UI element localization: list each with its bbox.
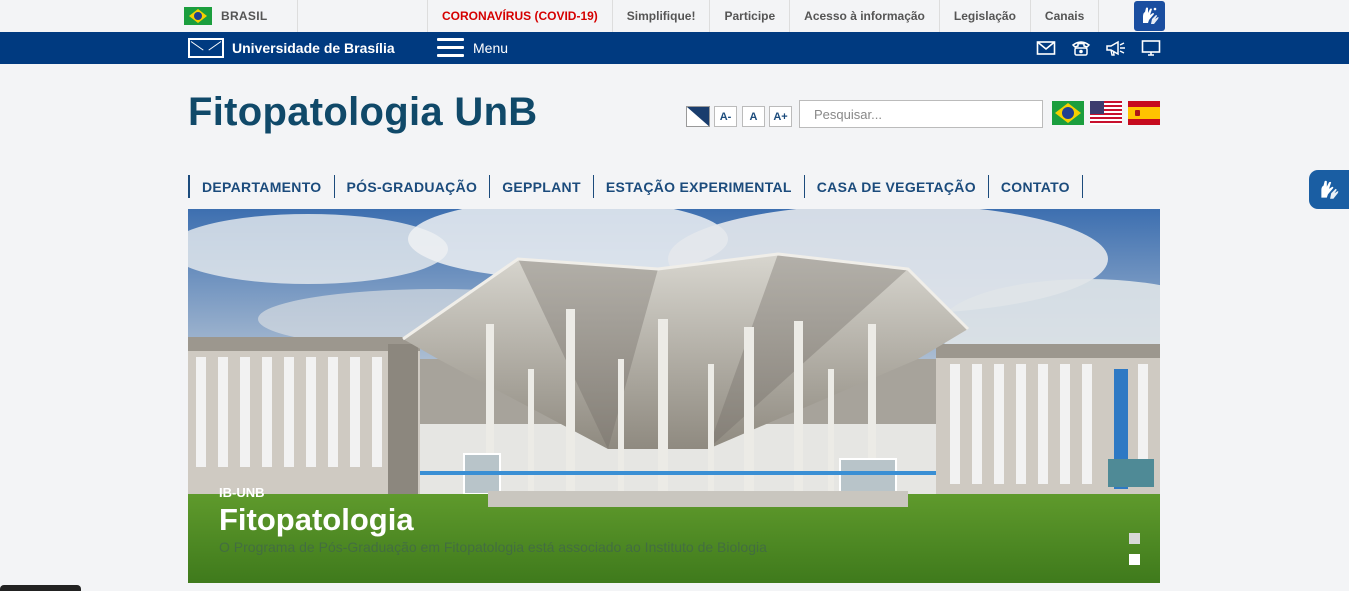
menu-button[interactable]: Menu [437, 38, 508, 57]
sign-language-hands-icon [1321, 180, 1339, 199]
search-input[interactable] [799, 100, 1043, 128]
menu-label: Menu [473, 39, 509, 56]
brazil-flag-icon [184, 7, 212, 25]
font-normal-button[interactable]: A [742, 106, 765, 127]
phone-icon[interactable] [1071, 39, 1091, 57]
mail-icon[interactable] [1036, 39, 1056, 57]
gov-link-legislacao[interactable]: Legislação [938, 0, 1030, 32]
hamburger-icon [437, 38, 464, 57]
slide-indicator-2[interactable] [1129, 554, 1140, 565]
gov-link-acesso-informacao[interactable]: Acesso à informação [789, 0, 939, 32]
gov-bar: BRASIL CORONAVÍRUS (COVID-19) Simplifiqu… [0, 0, 1349, 32]
banner-description: O Programa de Pós-Graduação em Fitopatol… [219, 539, 767, 555]
brasil-label: BRASIL [221, 9, 268, 23]
gov-link-participe[interactable]: Participe [709, 0, 789, 32]
monitor-icon[interactable] [1141, 39, 1161, 57]
nav-casa-de-vegetacao[interactable]: CASA DE VEGETAÇÃO [805, 175, 989, 198]
contrast-toggle-button[interactable] [686, 106, 710, 127]
cookie-notice-tab[interactable] [0, 585, 81, 591]
unb-contact-icons [1036, 39, 1176, 57]
main-nav: DEPARTAMENTO PÓS-GRADUAÇÃO GEPPLANT ESTA… [188, 175, 1083, 198]
gov-link-canais[interactable]: Canais [1029, 0, 1100, 32]
font-increase-button[interactable]: A+ [769, 106, 792, 127]
brasil-link[interactable]: BRASIL [184, 0, 298, 32]
banner-title[interactable]: Fitopatologia [219, 502, 414, 538]
unb-bar: Universidade de Brasília Menu [0, 32, 1349, 64]
site-title[interactable]: Fitopatologia UnB [188, 90, 538, 135]
nav-gepplant[interactable]: GEPPLANT [490, 175, 594, 198]
megaphone-icon[interactable] [1106, 39, 1126, 57]
gov-link-coronavirus[interactable]: CORONAVÍRUS (COVID-19) [427, 0, 612, 32]
slide-indicator-1[interactable] [1129, 533, 1140, 544]
nav-pos-graduacao[interactable]: PÓS-GRADUAÇÃO [335, 175, 491, 198]
language-pt-flag-icon[interactable] [1052, 101, 1084, 125]
nav-estacao-experimental[interactable]: ESTAÇÃO EXPERIMENTAL [594, 175, 805, 198]
hero-banner[interactable]: IB-UNB Fitopatologia O Programa de Pós-G… [188, 209, 1160, 583]
language-es-flag-icon[interactable] [1128, 101, 1160, 125]
vlibras-widget-button[interactable] [1309, 170, 1349, 209]
nav-departamento[interactable]: DEPARTAMENTO [190, 175, 335, 198]
unb-logo-text: Universidade de Brasília [232, 40, 395, 56]
gov-links: CORONAVÍRUS (COVID-19) Simplifique! Part… [427, 0, 1100, 32]
font-decrease-button[interactable]: A- [714, 106, 737, 127]
libras-button[interactable] [1134, 1, 1165, 31]
banner-kicker: IB-UNB [219, 485, 265, 500]
nav-contato[interactable]: CONTATO [989, 175, 1083, 198]
language-en-flag-icon[interactable] [1090, 101, 1122, 125]
sign-language-hands-icon [1142, 7, 1158, 24]
gov-link-simplifique[interactable]: Simplifique! [611, 0, 710, 32]
unb-logo-link[interactable]: Universidade de Brasília [188, 38, 395, 58]
unb-logo-icon [188, 38, 224, 58]
